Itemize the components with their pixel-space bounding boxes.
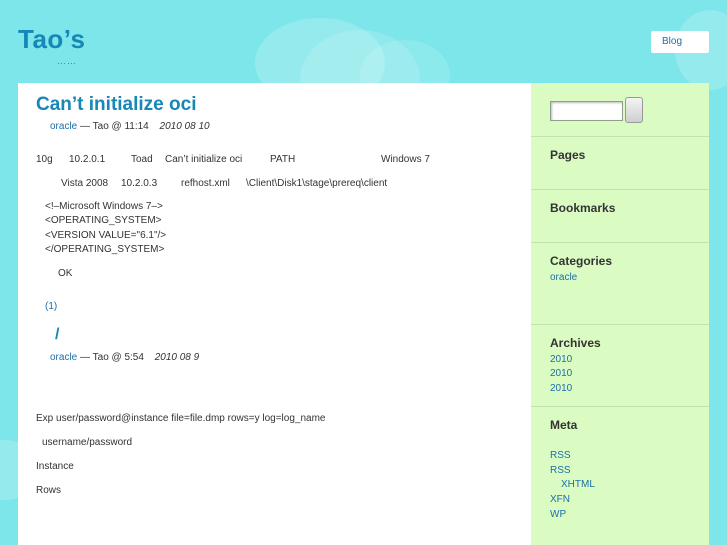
post-date: 2010 08 10 <box>159 121 210 132</box>
archive-link[interactable]: 2010 <box>550 354 572 365</box>
sidebar-heading: Archives <box>550 336 601 350</box>
site-title[interactable]: Tao’s <box>18 24 86 55</box>
post-text: 10.2.0.3 <box>121 178 158 189</box>
post-author-time: — Tao @ 5:54 <box>80 352 144 363</box>
sidebar: Pages Bookmarks Categories oracle Archiv… <box>531 83 709 545</box>
code-line: <VERSION VALUE="6.1"/> <box>45 230 167 241</box>
post-meta: oracle — Tao @ 5:54 2010 08 9 <box>50 352 199 363</box>
post-title[interactable]: Can’t initialize oci <box>36 94 196 116</box>
post-title[interactable]: / <box>55 326 59 344</box>
sidebar-section-meta: Meta RSS RSS XHTML XFN WP <box>531 406 709 545</box>
code-line: <!–Microsoft Windows 7–> <box>45 201 163 212</box>
sidebar-heading: Bookmarks <box>550 201 616 215</box>
code-line: </OPERATING_SYSTEM> <box>45 244 165 255</box>
sidebar-section-bookmarks: Bookmarks <box>531 189 709 242</box>
sidebar-heading: Meta <box>550 418 578 432</box>
post-text: Instance <box>36 461 74 472</box>
code-line: <OPERATING_SYSTEM> <box>45 215 162 226</box>
sidebar-heading: Pages <box>550 148 586 162</box>
archive-link[interactable]: 2010 <box>550 368 572 379</box>
meta-link-wp[interactable]: WP <box>550 509 566 520</box>
post-category-link[interactable]: oracle <box>50 352 77 363</box>
post-text: \Client\Disk1\stage\prereq\client <box>246 178 388 189</box>
search-input[interactable] <box>550 101 623 121</box>
meta-link-rss[interactable]: RSS <box>550 465 571 476</box>
post-text: 10g <box>36 154 53 165</box>
meta-link-xhtml[interactable]: XHTML <box>561 479 595 490</box>
post-text: Windows 7 <box>381 154 430 165</box>
meta-link-rss[interactable]: RSS <box>550 450 571 461</box>
search-button[interactable] <box>625 97 643 123</box>
comments-link[interactable]: (1) <box>45 301 57 312</box>
post-text: PATH <box>270 154 296 165</box>
post-author-time: — Tao @ 11:14 <box>80 121 149 132</box>
post-text: Vista 2008 <box>61 178 109 189</box>
post-text: Rows <box>36 485 62 496</box>
post-text: username/password <box>42 437 133 448</box>
meta-link-xfn[interactable]: XFN <box>550 494 570 505</box>
post-meta: oracle — Tao @ 11:14 2010 08 10 <box>50 121 210 132</box>
archive-link[interactable]: 2010 <box>550 383 572 394</box>
category-link[interactable]: oracle <box>550 272 577 283</box>
sidebar-section-archives: Archives 2010 2010 2010 <box>531 324 709 406</box>
nav-blog-tab[interactable]: Blog <box>651 31 709 53</box>
site-tagline: …… <box>57 56 77 66</box>
post-date: 2010 08 9 <box>154 352 200 363</box>
post-text: Exp user/password@instance file=file.dmp… <box>36 413 326 424</box>
post-text: refhost.xml <box>181 178 230 189</box>
sidebar-section-categories: Categories oracle <box>531 242 709 324</box>
post-text: 10.2.0.1 <box>69 154 106 165</box>
post-text: Can’t initialize oci <box>165 154 243 165</box>
main-content: Can’t initialize oci oracle — Tao @ 11:1… <box>18 83 531 545</box>
post-category-link[interactable]: oracle <box>50 121 77 132</box>
sidebar-section-pages: Pages <box>531 136 709 189</box>
sidebar-heading: Categories <box>550 254 613 268</box>
post-text: OK <box>58 268 73 279</box>
post-text: Toad <box>131 154 153 165</box>
